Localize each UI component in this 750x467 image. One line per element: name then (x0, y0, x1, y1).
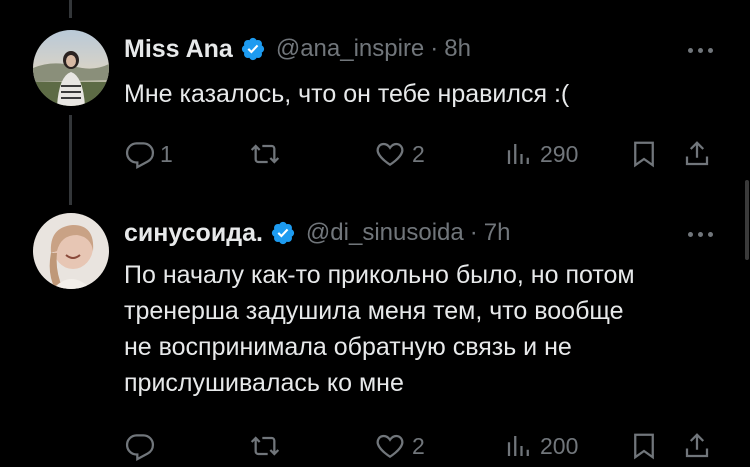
share-icon (682, 138, 712, 170)
bookmark-button[interactable] (629, 138, 659, 170)
tweet-header: синусоида. @di_sinusoida · 7h (124, 216, 510, 250)
reply-button[interactable]: 1 (124, 138, 173, 170)
tweet-text: По началу как-то прикольно было, но пото… (124, 257, 724, 401)
like-button[interactable]: 2 (374, 138, 425, 170)
tweet-actions: 1 2 290 (124, 136, 724, 172)
tweet-header: Miss Ana @ana_inspire · 8h (124, 32, 471, 66)
reply-icon (124, 138, 156, 170)
reply-count: 1 (160, 140, 173, 167)
like-button[interactable]: 2 (374, 430, 425, 462)
avatar[interactable] (33, 30, 109, 106)
tweet-text-line: прислушивалась ко мне (124, 369, 404, 397)
repost-button[interactable] (248, 138, 288, 170)
separator: · (430, 35, 439, 62)
username[interactable]: @ana_inspire (276, 35, 424, 63)
verified-badge-icon (270, 220, 296, 246)
share-button[interactable] (682, 138, 712, 170)
tweet[interactable]: синусоида. @di_sinusoida · 7h По началу … (0, 195, 750, 467)
tweet-text-line: тренерша задушила меня тем, что вообще (124, 297, 624, 325)
views-count: 200 (540, 432, 579, 459)
display-name[interactable]: Miss Ana (124, 35, 233, 64)
reply-icon (124, 430, 156, 462)
display-name[interactable]: синусоида. (124, 219, 263, 248)
tweet-text-line: По началу как-то прикольно было, но пото… (124, 261, 635, 289)
tweet[interactable]: Miss Ana @ana_inspire · 8h Мне казалось,… (0, 0, 750, 195)
timestamp[interactable]: 7h (484, 219, 511, 247)
views-button[interactable]: 200 (504, 430, 578, 462)
more-icon[interactable] (680, 222, 720, 246)
bookmark-icon (629, 430, 659, 462)
repost-button[interactable] (248, 430, 288, 462)
more-icon[interactable] (680, 38, 720, 62)
repost-icon (248, 430, 282, 462)
tweet-text: Мне казалось, что он тебе нравился :( (124, 80, 570, 108)
bookmark-button[interactable] (629, 430, 659, 462)
tweet-text-line: не воспринимала обратную связь и не (124, 333, 572, 361)
like-icon (374, 138, 406, 170)
verified-badge-icon (240, 36, 266, 62)
separator: · (469, 219, 478, 246)
views-button[interactable]: 290 (504, 138, 578, 170)
views-icon (504, 138, 534, 170)
bookmark-icon (629, 138, 659, 170)
like-count: 2 (412, 140, 425, 167)
views-icon (504, 430, 534, 462)
reply-button[interactable] (124, 430, 162, 462)
tweet-actions: 2 200 (124, 430, 724, 466)
views-count: 290 (540, 140, 579, 167)
share-icon (682, 430, 712, 462)
like-icon (374, 430, 406, 462)
avatar[interactable] (33, 213, 109, 289)
like-count: 2 (412, 432, 425, 459)
timestamp[interactable]: 8h (444, 35, 471, 63)
username[interactable]: @di_sinusoida (306, 219, 464, 247)
share-button[interactable] (682, 430, 712, 462)
repost-icon (248, 138, 282, 170)
